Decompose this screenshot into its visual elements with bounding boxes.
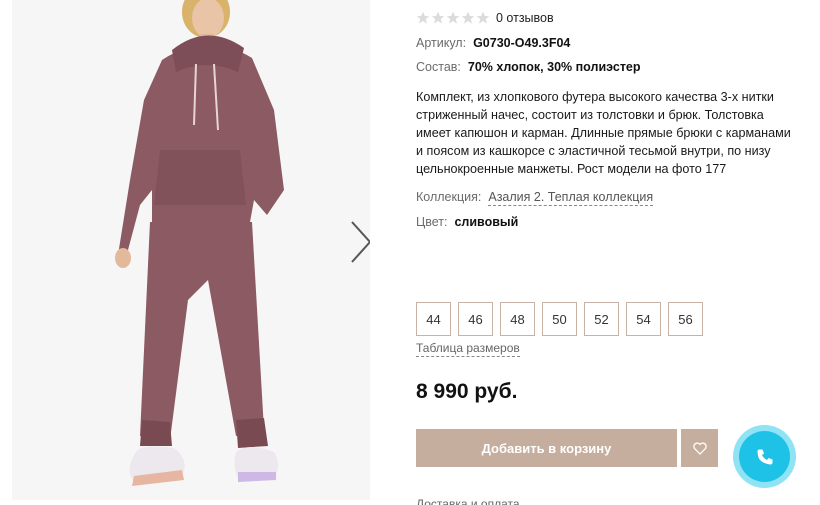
size-option[interactable]: 46 [458,302,493,336]
size-option[interactable]: 52 [584,302,619,336]
product-description: Комплект, из хлопкового футера высокого … [416,90,791,176]
star-icon [476,11,490,24]
gallery-next-button[interactable] [340,220,370,264]
composition-label: Состав: [416,60,461,74]
color-value: сливовый [454,215,519,229]
rating: 0 отзывов [416,10,554,26]
size-option[interactable]: 50 [542,302,577,336]
size-selector: 44 46 48 50 52 54 56 [416,302,703,336]
star-icon [416,11,430,24]
size-table-link[interactable]: Таблица размеров [416,341,520,357]
composition-value: 70% хлопок, 30% полиэстер [467,60,641,74]
product-gallery [12,0,370,500]
rating-stars [416,11,490,25]
reviews-link[interactable]: 0 отзывов [496,11,554,25]
article-value: G0730-O49.3F04 [473,36,571,50]
product-price: 8 990 руб. [416,380,518,403]
add-to-cart-button[interactable]: Добавить в корзину [416,429,677,467]
collection-link[interactable]: Азалия 2. Теплая коллекция [488,190,654,206]
color-row: Цвет: сливовый [416,215,518,229]
phone-icon [757,449,772,464]
call-button[interactable] [733,425,796,488]
size-option[interactable]: 48 [500,302,535,336]
chevron-right-icon [351,221,370,263]
star-icon [446,11,460,24]
composition-row: Состав: 70% хлопок, 30% полиэстер [416,60,641,74]
size-option[interactable]: 56 [668,302,703,336]
color-label: Цвет: [416,215,448,229]
size-option[interactable]: 54 [626,302,661,336]
collection-label: Коллекция: [416,190,482,204]
size-option[interactable]: 44 [416,302,451,336]
delivery-link[interactable]: Доставка и оплата [416,497,520,505]
wishlist-button[interactable] [681,429,718,467]
article-label: Артикул: [416,36,467,50]
call-button-inner [739,431,790,482]
product-photo [12,0,370,500]
star-icon [431,11,445,24]
article-row: Артикул: G0730-O49.3F04 [416,36,570,50]
collection-row: Коллекция: Азалия 2. Теплая коллекция [416,190,654,206]
heart-icon [692,441,707,455]
star-icon [461,11,475,24]
